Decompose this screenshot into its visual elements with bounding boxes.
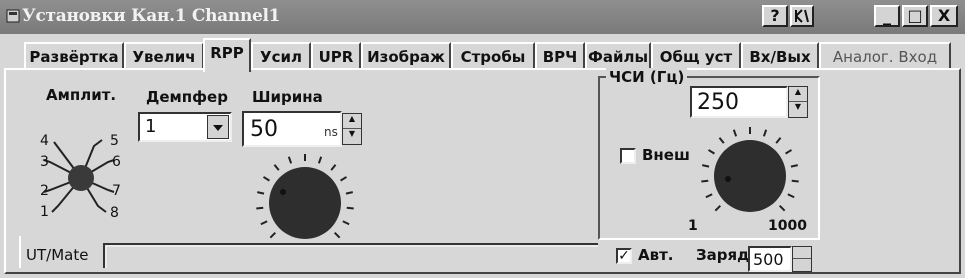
width-label: Ширина (252, 88, 323, 106)
knob-tick (787, 193, 795, 199)
width-spin-up[interactable]: ▲ (343, 114, 361, 129)
chsi-knob[interactable] (700, 124, 804, 220)
knob-tick (790, 164, 798, 168)
charge-spinner[interactable] (792, 246, 812, 272)
knob-tick (707, 149, 715, 155)
knob-tick (705, 193, 713, 199)
tab-obshch-ust[interactable]: Общ уст (651, 42, 741, 70)
knob-tick (256, 206, 264, 210)
minimize-button[interactable]: _ (874, 5, 900, 27)
tab-razvertka[interactable]: Развёртка (24, 42, 124, 70)
auto-checkbox[interactable]: ✓ (616, 248, 632, 264)
tab-rpp[interactable]: RPP (203, 38, 251, 72)
chsi-value: 250 (697, 90, 739, 115)
close-button[interactable]: X (930, 5, 958, 27)
knob-tick (778, 204, 786, 212)
knob-tick (257, 191, 265, 195)
damper-dropdown-button[interactable] (207, 115, 229, 139)
tab-uvelich[interactable]: Увелич (124, 42, 204, 70)
chevron-down-icon (213, 125, 223, 131)
window-title: Установки Кан.1 Channel1 (22, 6, 281, 26)
amp-pos-8[interactable]: 8 (110, 205, 119, 221)
knob-tick (345, 191, 353, 195)
knob-tick (273, 164, 280, 171)
checkmark-icon: ✓ (618, 248, 630, 264)
maximize-button[interactable]: □ (902, 5, 928, 27)
chsi-input[interactable]: 250 (690, 86, 788, 118)
mode-tab-outline (19, 236, 598, 268)
amp-pos-1[interactable]: 1 (40, 204, 49, 220)
knob-tick (775, 137, 782, 144)
tab-analog-vkhod[interactable]: Аналог. Вход (819, 42, 951, 70)
charge-input[interactable]: 500 (748, 246, 792, 272)
knob-tick (714, 204, 722, 212)
charge-label: Заряд (696, 246, 750, 264)
chsi-spin-down[interactable]: ▼ (789, 102, 807, 117)
tab-vkh-vykh[interactable]: Вх/Вых (741, 42, 819, 70)
knob-tick (330, 164, 337, 171)
external-label: Внеш (642, 146, 690, 164)
chsi-spinner[interactable]: ▲ ▼ (788, 86, 808, 118)
damper-select[interactable]: 1 (138, 112, 232, 142)
width-value: 50 (250, 117, 278, 142)
context-help-button[interactable] (790, 5, 814, 27)
knob-tick (732, 129, 738, 137)
knob-tick (791, 179, 799, 183)
external-checkbox[interactable] (620, 148, 636, 164)
knob-tick (340, 176, 348, 182)
tab-strip: Развёртка Увелич RPP Усил UPR Изображ Ст… (6, 38, 961, 72)
knob-tick (342, 220, 350, 226)
knob-tick (762, 129, 768, 137)
knob-tick (346, 206, 354, 210)
damper-value: 1 (145, 116, 157, 137)
amp-pos-4[interactable]: 4 (40, 133, 49, 149)
tab-upr[interactable]: UPR (311, 42, 361, 70)
amp-pos-2[interactable]: 2 (40, 183, 49, 199)
context-help-icon (795, 9, 809, 23)
knob-tick (702, 164, 710, 168)
knob-tick (785, 149, 793, 155)
tab-izobrazh[interactable]: Изображ (361, 42, 451, 70)
charge-spin-up[interactable] (793, 247, 811, 259)
width-spinner[interactable]: ▲ ▼ (342, 113, 362, 145)
tab-stroby[interactable]: Стробы (451, 42, 535, 70)
window-icon (6, 9, 20, 23)
width-input[interactable]: 50 ns (242, 111, 342, 147)
chsi-scale-max: 1000 (768, 218, 807, 234)
width-spin-down[interactable]: ▼ (343, 129, 361, 144)
amp-pos-3[interactable]: 3 (40, 154, 49, 170)
chsi-scale-min: 1 (688, 218, 698, 234)
width-unit: ns (324, 125, 338, 139)
auto-label: Авт. (638, 246, 674, 264)
help-button[interactable]: ? (762, 5, 788, 27)
knob-tick (701, 179, 709, 183)
knob-tick (718, 137, 725, 144)
knob-tick (262, 176, 270, 182)
amplitude-label: Амплит. (46, 86, 117, 104)
damper-label: Демпфер (146, 88, 228, 106)
amp-pos-5[interactable]: 5 (110, 133, 119, 149)
chsi-spin-up[interactable]: ▲ (789, 87, 807, 102)
amp-pos-6[interactable]: 6 (112, 154, 121, 170)
width-knob[interactable] (250, 148, 360, 244)
tab-usil[interactable]: Усил (251, 42, 311, 70)
charge-value: 500 (753, 250, 784, 269)
tab-faily[interactable]: Файлы (585, 42, 651, 70)
amp-pos-7[interactable]: 7 (112, 183, 121, 199)
tab-vrch[interactable]: ВРЧ (535, 42, 585, 70)
charge-spin-down[interactable] (793, 259, 811, 271)
chsi-label: ЧСИ (Гц) (606, 68, 688, 86)
knob-tick (287, 156, 293, 164)
mode-tab-ut-mate[interactable]: UT/Mate (26, 246, 88, 264)
knob-tick (317, 156, 323, 164)
knob-tick (260, 220, 268, 226)
amplitude-knob[interactable] (68, 165, 94, 191)
title-bar[interactable]: Установки Кан.1 Channel1 ? _ □ X (0, 0, 965, 34)
